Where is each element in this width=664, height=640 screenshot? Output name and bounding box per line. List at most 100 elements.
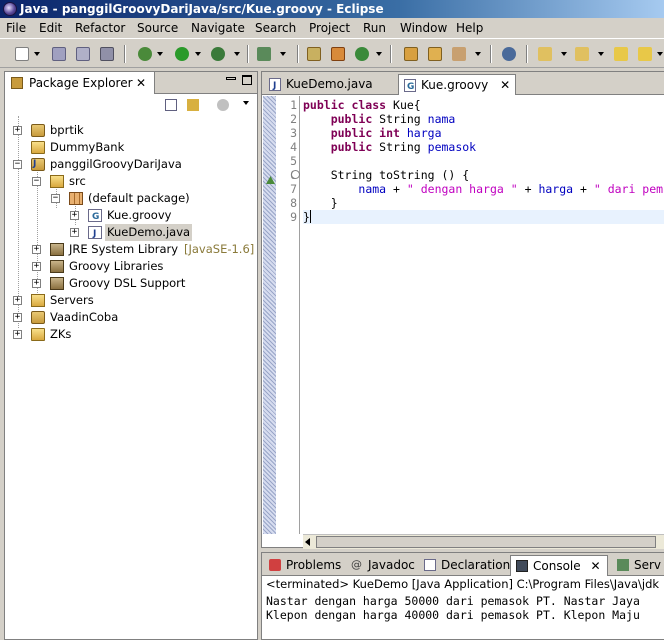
menu-source[interactable]: Source: [137, 21, 178, 35]
groovy-file-icon: [404, 77, 416, 97]
settings-gear-icon[interactable]: [502, 47, 516, 61]
close-icon[interactable]: ✕: [590, 559, 600, 573]
tab-kuedemo-java[interactable]: KueDemo.java: [264, 74, 394, 96]
expand-icon[interactable]: +: [13, 330, 22, 339]
fold-toggle-icon[interactable]: [291, 170, 300, 179]
new-package-icon[interactable]: [331, 47, 345, 61]
new-java-project-icon[interactable]: [307, 47, 321, 61]
tree-item-label: (default package): [88, 191, 190, 205]
tab-problems[interactable]: Problems: [264, 555, 344, 576]
new-icon[interactable]: [15, 47, 29, 61]
new-server-icon[interactable]: [257, 47, 271, 61]
line-number: 7: [290, 182, 297, 196]
next-annotation-dropdown-icon[interactable]: [561, 52, 567, 56]
expand-icon[interactable]: +: [13, 126, 22, 135]
tab-label: KueDemo.java: [286, 77, 373, 91]
expand-icon[interactable]: +: [32, 262, 41, 271]
save-all-icon[interactable]: [76, 47, 90, 61]
menu-edit[interactable]: Edit: [39, 21, 62, 35]
console-output-line: Klepon dengan harga 40000 dari pemasok P…: [266, 608, 640, 622]
debug-icon[interactable]: [138, 47, 152, 61]
collapse-all-icon[interactable]: [165, 99, 177, 111]
declaration-icon: [424, 559, 436, 571]
problems-icon: [269, 559, 281, 571]
run-dropdown-icon[interactable]: [195, 52, 201, 56]
menu-file[interactable]: File: [6, 21, 26, 35]
expand-icon[interactable]: +: [32, 245, 41, 254]
menu-window[interactable]: Window: [400, 21, 447, 35]
collapse-icon[interactable]: −: [51, 194, 60, 203]
close-icon[interactable]: ✕: [500, 78, 510, 92]
previous-annotation-dropdown-icon[interactable]: [598, 52, 604, 56]
forward-arrow-icon[interactable]: [638, 47, 652, 61]
tab-console[interactable]: Console ✕: [510, 555, 608, 576]
horizontal-scrollbar[interactable]: [303, 534, 664, 549]
tab-package-explorer[interactable]: Package Explorer ✕: [5, 72, 155, 94]
console-icon: [516, 560, 528, 572]
menu-refactor[interactable]: Refactor: [75, 21, 125, 35]
search-pencil-icon[interactable]: [452, 47, 466, 61]
save-icon[interactable]: [52, 47, 66, 61]
package-explorer-tab-bar: Package Explorer ✕: [5, 72, 257, 94]
toolbar-separator: [390, 45, 392, 63]
forward-dropdown-icon[interactable]: [657, 52, 663, 56]
code-string: " dengan harga ": [406, 182, 518, 196]
collapse-icon[interactable]: −: [13, 160, 22, 169]
new-class-dropdown-icon[interactable]: [376, 52, 382, 56]
tab-declaration[interactable]: Declaration: [419, 555, 510, 576]
tab-kue-groovy[interactable]: Kue.groovy ✕: [398, 74, 516, 97]
toolbar-separator: [124, 45, 126, 63]
menu-project[interactable]: Project: [309, 21, 350, 35]
new-server-dropdown-icon[interactable]: [280, 52, 286, 56]
console-panel: Problems @ Javadoc Declaration Console ✕…: [261, 552, 664, 640]
close-icon[interactable]: ✕: [136, 72, 146, 94]
expand-icon[interactable]: +: [32, 279, 41, 288]
expand-icon[interactable]: +: [13, 313, 22, 322]
run-icon[interactable]: [175, 47, 189, 61]
package-explorer-toolbar: [5, 94, 257, 114]
window-title-bar: Java - panggilGroovyDariJava/src/Kue.gro…: [0, 0, 664, 18]
toolbar-separator: [297, 45, 299, 63]
tree-item-label: Servers: [50, 293, 94, 307]
code-area[interactable]: public class Kue{ public String nama pub…: [303, 96, 664, 534]
menu-navigate[interactable]: Navigate: [191, 21, 245, 35]
new-class-icon[interactable]: [355, 47, 369, 61]
scrollbar-thumb[interactable]: [316, 536, 656, 548]
tab-servers[interactable]: Serv: [612, 555, 664, 576]
link-with-editor-icon[interactable]: [187, 99, 199, 111]
open-folder-icon[interactable]: [428, 47, 442, 61]
external-tools-icon[interactable]: [211, 47, 225, 61]
view-menu-icon[interactable]: [243, 101, 249, 105]
code-text: Kue{: [386, 98, 421, 112]
external-tools-dropdown-icon[interactable]: [234, 52, 240, 56]
expand-icon[interactable]: +: [13, 296, 22, 305]
debug-dropdown-icon[interactable]: [157, 52, 163, 56]
line-number: 2: [290, 112, 297, 126]
maximize-icon[interactable]: [242, 75, 252, 85]
previous-annotation-icon[interactable]: [575, 47, 589, 61]
search-dropdown-icon[interactable]: [475, 52, 481, 56]
back-arrow-icon[interactable]: [614, 47, 628, 61]
minimize-icon[interactable]: [226, 77, 236, 80]
java-file-icon: [269, 76, 281, 96]
menu-run[interactable]: Run: [363, 21, 386, 35]
print-icon[interactable]: [100, 47, 114, 61]
scroll-left-arrow-icon[interactable]: [305, 538, 310, 546]
line-number: 4: [290, 140, 297, 154]
console-status: <terminated> KueDemo [Java Application] …: [266, 577, 660, 591]
line-number: 5: [290, 154, 297, 168]
tab-javadoc[interactable]: @ Javadoc: [346, 555, 418, 576]
code-text: String: [372, 140, 428, 154]
focus-task-icon[interactable]: [217, 99, 229, 111]
collapse-icon[interactable]: −: [32, 177, 41, 186]
open-type-icon[interactable]: [404, 47, 418, 61]
code-field: harga: [538, 182, 574, 196]
expand-icon[interactable]: +: [70, 211, 79, 220]
menu-search[interactable]: Search: [255, 21, 296, 35]
expand-icon[interactable]: +: [70, 228, 79, 237]
code-text: String toString () {: [330, 168, 470, 182]
next-annotation-icon[interactable]: [538, 47, 552, 61]
menu-help[interactable]: Help: [456, 21, 483, 35]
code-editor: KueDemo.java Kue.groovy ✕ 1 2 3 4 5 6 7 …: [261, 71, 664, 549]
new-dropdown-icon[interactable]: [34, 52, 40, 56]
